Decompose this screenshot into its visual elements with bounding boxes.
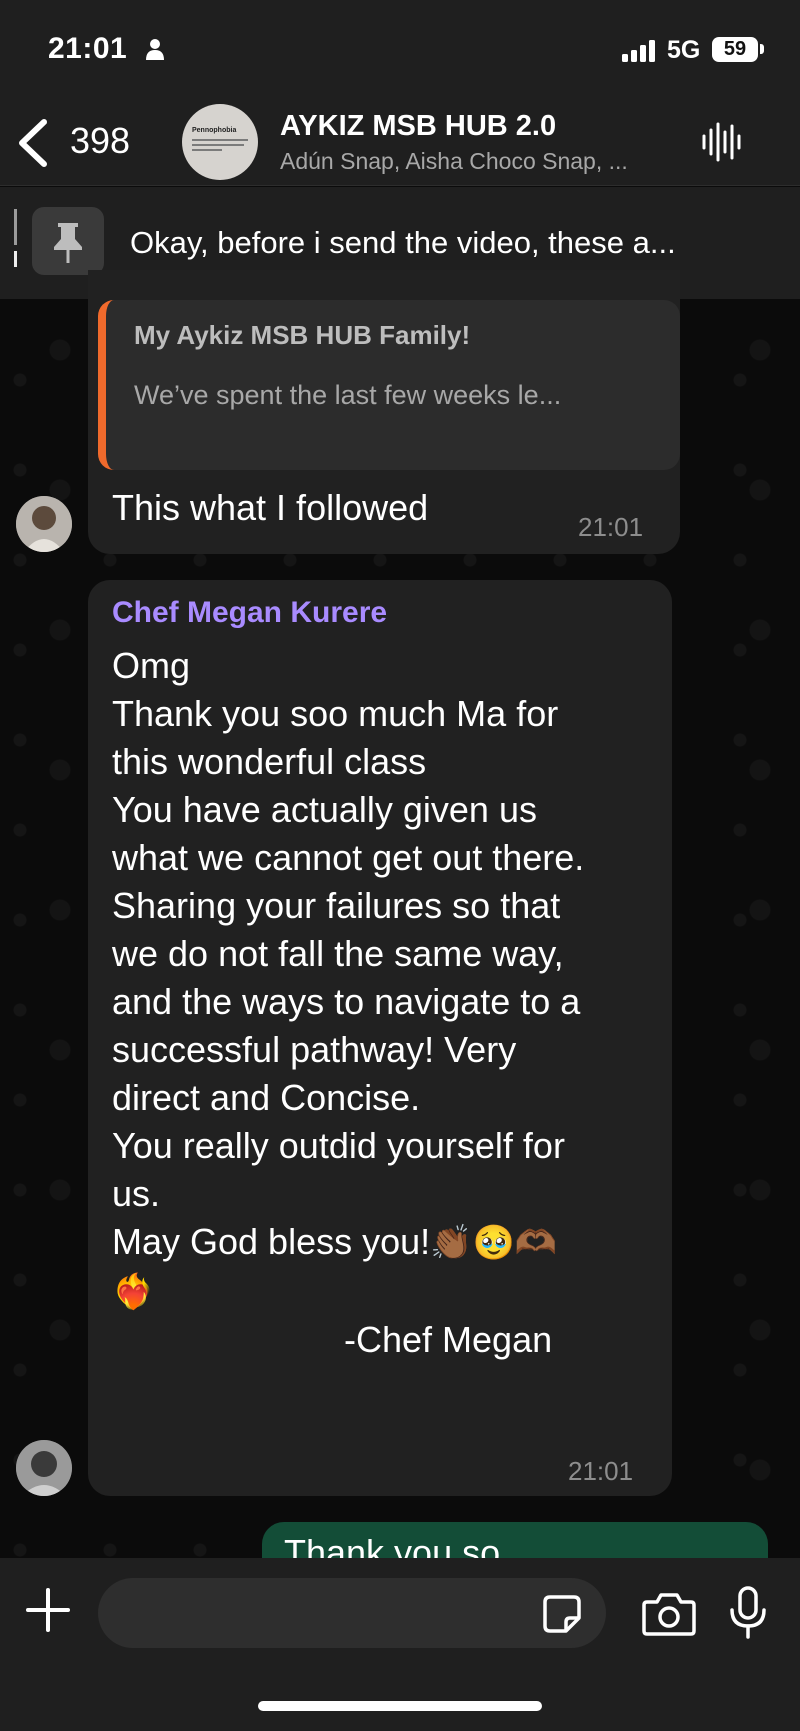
status-bar: 21:01 5G 59 (0, 0, 800, 90)
pin-indicator (14, 209, 17, 245)
clapping-emoji: 👏🏾 (430, 1224, 473, 1262)
group-avatar[interactable]: Pennophobia (182, 104, 258, 180)
group-members[interactable]: Adún Snap, Aisha Choco Snap, ... (280, 148, 680, 175)
message-line: You have actually given us (112, 789, 537, 830)
sender-avatar[interactable] (16, 496, 72, 552)
message-line: May God bless you!👏🏾🥹🫶🏾 (112, 1218, 672, 1267)
signal-icon (622, 40, 655, 62)
chat-header: 398 Pennophobia AYKIZ MSB HUB 2.0 Adún S… (0, 90, 800, 186)
sender-avatar[interactable] (16, 1440, 72, 1496)
sticker-icon[interactable] (542, 1594, 582, 1634)
network-type: 5G (667, 36, 701, 64)
heart-hands-emoji: 🫶🏾 (514, 1224, 558, 1262)
unread-count[interactable]: 398 (70, 120, 130, 162)
message-line: Omg (112, 645, 191, 686)
message-signature: -Chef Megan (344, 1319, 553, 1360)
message-line: You really outdid yourself for (112, 1125, 565, 1166)
pinned-message-text: Okay, before i send the video, these a..… (130, 225, 676, 260)
message-input[interactable] (98, 1578, 606, 1648)
pin-indicator-active (14, 251, 17, 267)
message-time: 21:01 (568, 1456, 634, 1486)
battery-level: 59 (712, 37, 758, 62)
group-name[interactable]: AYKIZ MSB HUB 2.0 (280, 110, 556, 143)
message-line: this wonderful class (112, 741, 427, 782)
pin-icon-box (32, 207, 104, 275)
pin-icon (54, 223, 82, 263)
plus-icon[interactable] (26, 1588, 70, 1632)
quoted-body: We’ve spent the last few weeks le... (134, 380, 562, 410)
heart-on-fire-emoji: ❤️‍🔥 (112, 1273, 155, 1311)
message-line: and the ways to navigate to a (112, 981, 581, 1022)
quoted-message[interactable]: My Aykiz MSB HUB Family! We’ve spent the… (98, 300, 680, 470)
message-line: direct and Concise. (112, 1077, 421, 1118)
camera-icon[interactable] (642, 1590, 696, 1636)
quoted-title: My Aykiz MSB HUB Family! (134, 320, 471, 350)
voice-waveform-icon[interactable] (700, 120, 744, 164)
message-line: successful pathway! Very (112, 1029, 517, 1070)
sender-name[interactable]: Chef Megan Kurere (112, 596, 387, 630)
battery-nub (760, 44, 764, 54)
message-time: 21:01 (578, 512, 644, 542)
message-body: Omg Thank you soo much Ma for this wonde… (112, 642, 672, 1364)
message-line: Sharing your failures so that (112, 885, 561, 926)
message-line: ❤️‍🔥 (112, 1267, 672, 1316)
message-line: us. (112, 1173, 161, 1214)
message-line: what we cannot get out there. (112, 837, 585, 878)
teary-face-emoji: 🥹 (472, 1224, 515, 1262)
avatar-image (16, 496, 72, 552)
message-line-text: May God bless you! (112, 1221, 431, 1262)
message-line: Thank you soo much Ma for (112, 693, 559, 734)
message-text: This what I followed (112, 487, 429, 528)
microphone-icon[interactable] (728, 1586, 768, 1640)
status-time: 21:01 (48, 32, 128, 65)
header-divider (0, 185, 800, 186)
avatar-image (16, 1440, 72, 1496)
home-indicator[interactable] (258, 1701, 542, 1711)
person-icon (146, 39, 164, 60)
group-avatar-text: Pennophobia (192, 127, 237, 134)
back-chevron-icon[interactable] (14, 118, 54, 168)
message-line: we do not fall the same way, (112, 933, 564, 974)
